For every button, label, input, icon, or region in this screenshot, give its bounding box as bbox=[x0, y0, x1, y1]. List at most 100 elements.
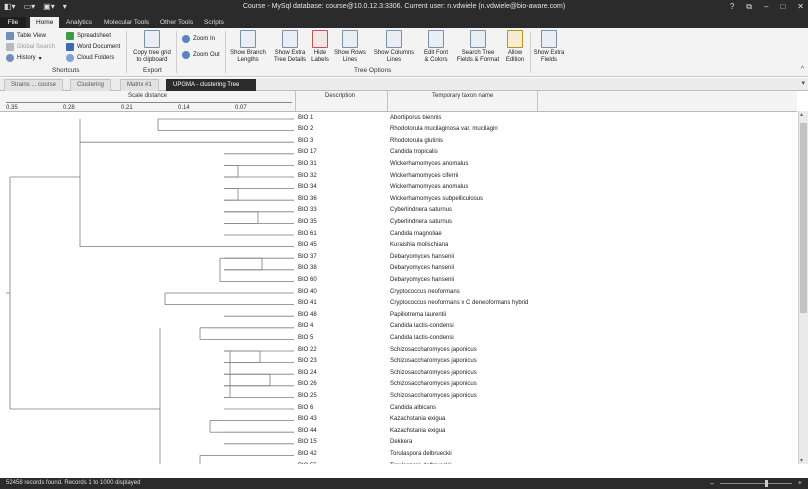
hide-labels-button[interactable]: Hide Labels bbox=[310, 30, 330, 64]
leaf-id[interactable]: BIO 26 bbox=[298, 379, 317, 391]
description-header[interactable]: Description bbox=[325, 93, 355, 99]
leaf-id[interactable]: BIO 42 bbox=[298, 449, 317, 461]
leaf-id[interactable]: BIO 33 bbox=[298, 205, 317, 217]
tab-clustering[interactable]: Clustering bbox=[70, 79, 112, 91]
leaf-taxon-name[interactable]: Cryptococcus neoformans x C deneoformans… bbox=[390, 298, 528, 310]
leaf-id[interactable]: BIO 37 bbox=[298, 252, 317, 264]
leaf-taxon-name[interactable]: Cryptococcus neoformans bbox=[390, 287, 460, 299]
leaf-id[interactable]: BIO 3 bbox=[298, 136, 313, 148]
tab-home[interactable]: Home bbox=[30, 17, 60, 28]
taxon-name-header[interactable]: Temporary taxon name bbox=[432, 93, 493, 99]
leaf-taxon-name[interactable]: Debaryomyces hansenii bbox=[390, 275, 454, 287]
table-view-button[interactable]: Table View bbox=[6, 32, 46, 40]
show-branch-lengths-button[interactable]: Show Branch Lengths bbox=[228, 30, 268, 64]
tab-upgma-clustering-tree[interactable]: UPGMA - clustering Tree ✕ bbox=[166, 79, 256, 99]
leaf-id[interactable]: BIO 25 bbox=[298, 391, 317, 403]
leaf-id[interactable]: BIO 6 bbox=[298, 403, 313, 415]
leaf-id[interactable]: BIO 48 bbox=[298, 310, 317, 322]
help-icon[interactable]: ? bbox=[730, 2, 734, 12]
leaf-taxon-name[interactable]: Schizosaccharomyces japonicus bbox=[390, 379, 477, 391]
leaf-taxon-name[interactable]: Wickerhamomyces subpelliculosus bbox=[390, 194, 483, 206]
column-divider[interactable] bbox=[537, 91, 538, 111]
leaf-taxon-name[interactable]: Debaryomyces hansenii bbox=[390, 263, 454, 275]
column-divider[interactable] bbox=[387, 91, 388, 111]
leaf-taxon-name[interactable]: Debaryomyces hansenii bbox=[390, 252, 454, 264]
leaf-id[interactable]: BIO 36 bbox=[298, 194, 317, 206]
global-search-button[interactable]: Global Search bbox=[6, 43, 55, 51]
show-columns-lines-button[interactable]: Show Columns Lines bbox=[372, 30, 416, 64]
leaf-id[interactable]: BIO 45 bbox=[298, 240, 317, 252]
leaf-id[interactable]: BIO 24 bbox=[298, 368, 317, 380]
vertical-scrollbar[interactable]: ▴ ▾ bbox=[798, 111, 808, 464]
leaf-taxon-name[interactable]: Wickerhamomyces anomalus bbox=[390, 182, 468, 194]
zoom-slider[interactable]: – + bbox=[710, 480, 802, 487]
zoom-in-button[interactable]: Zoom In bbox=[182, 35, 215, 43]
restore-ribbon-icon[interactable]: ⧉ bbox=[746, 2, 752, 12]
leaf-taxon-name[interactable]: Kazachstania exigua bbox=[390, 414, 445, 426]
leaf-taxon-name[interactable]: Cyberlindnera saturnus bbox=[390, 205, 452, 217]
tab-matrix-1[interactable]: Matrix #1 bbox=[120, 79, 159, 91]
zoom-out-small-icon[interactable]: – bbox=[710, 478, 714, 489]
minimize-button[interactable]: – bbox=[764, 2, 768, 12]
leaf-id[interactable]: BIO 17 bbox=[298, 147, 317, 159]
tab-molecular-tools[interactable]: Molecular Tools bbox=[98, 17, 155, 28]
leaf-taxon-name[interactable]: Cyberlindnera saturnus bbox=[390, 217, 452, 229]
leaf-taxon-name[interactable]: Candida albicans bbox=[390, 403, 436, 415]
leaf-taxon-name[interactable]: Rhodotorula glutinis bbox=[390, 136, 443, 148]
leaf-id[interactable]: BIO 32 bbox=[298, 171, 317, 183]
zoom-in-small-icon[interactable]: + bbox=[798, 478, 802, 489]
show-extra-fields-button[interactable]: Show Extra Fields bbox=[532, 30, 566, 64]
column-divider[interactable] bbox=[295, 91, 296, 111]
leaf-id[interactable]: BIO 4 bbox=[298, 321, 313, 333]
leaf-taxon-name[interactable]: Schizosaccharomyces japonicus bbox=[390, 345, 477, 357]
leaf-id[interactable]: BIO 61 bbox=[298, 229, 317, 241]
leaf-id[interactable]: BIO 1 bbox=[298, 113, 313, 125]
copy-tree-grid-button[interactable]: Copy tree grid to clipboard bbox=[130, 30, 174, 64]
scale-distance-header[interactable]: Scale distance bbox=[128, 93, 167, 99]
leaf-id[interactable]: BIO 44 bbox=[298, 426, 317, 438]
search-tree-fields-button[interactable]: Search Tree Fields & Format bbox=[454, 30, 502, 64]
leaf-id[interactable]: BIO 15 bbox=[298, 437, 317, 449]
zoom-out-button[interactable]: Zoom Out bbox=[182, 51, 220, 59]
tab-list-dropdown-icon[interactable]: ▾ bbox=[801, 79, 805, 87]
leaf-id[interactable]: BIO 23 bbox=[298, 356, 317, 368]
tab-scripts[interactable]: Scripts bbox=[198, 17, 230, 28]
leaf-taxon-name[interactable]: Schizosaccharomyces japonicus bbox=[390, 391, 477, 403]
leaf-taxon-name[interactable]: Wickerhamomyces ciferrii bbox=[390, 171, 458, 183]
leaf-id[interactable]: BIO 22 bbox=[298, 345, 317, 357]
collapse-ribbon-icon[interactable]: ^ bbox=[801, 66, 804, 73]
scroll-up-icon[interactable]: ▴ bbox=[800, 111, 803, 118]
tab-other-tools[interactable]: Other Tools bbox=[154, 17, 199, 28]
leaf-taxon-name[interactable]: Abortiporus biennis bbox=[390, 113, 441, 125]
leaf-taxon-name[interactable]: Kuraishia molischiana bbox=[390, 240, 448, 252]
leaf-taxon-name[interactable]: Candida lactis-condensi bbox=[390, 333, 454, 345]
leaf-taxon-name[interactable]: Papiliotrema laurentii bbox=[390, 310, 446, 322]
word-document-button[interactable]: Word Document bbox=[66, 43, 120, 51]
tab-strains-course[interactable]: Strains ... course bbox=[4, 79, 64, 91]
leaf-taxon-name[interactable]: Candida lactis-condensi bbox=[390, 321, 454, 333]
scrollbar-thumb[interactable] bbox=[800, 123, 807, 313]
leaf-id[interactable]: BIO 31 bbox=[298, 159, 317, 171]
leaf-id[interactable]: BIO 5 bbox=[298, 333, 313, 345]
leaf-taxon-name[interactable]: Torulaspora delbrueckii bbox=[390, 461, 452, 465]
leaf-id[interactable]: BIO 34 bbox=[298, 182, 317, 194]
leaf-taxon-name[interactable]: Torulaspora delbrueckii bbox=[390, 449, 452, 461]
edit-font-colors-button[interactable]: Edit Font & Colors bbox=[420, 30, 452, 64]
leaf-id[interactable]: BIO 41 bbox=[298, 298, 317, 310]
scroll-down-icon[interactable]: ▾ bbox=[800, 457, 803, 464]
leaf-taxon-name[interactable]: Schizosaccharomyces japonicus bbox=[390, 368, 477, 380]
show-extra-tree-details-button[interactable]: Show Extra Tree Details bbox=[270, 30, 310, 64]
leaf-taxon-name[interactable]: Schizosaccharomyces japonicus bbox=[390, 356, 477, 368]
allow-edition-button[interactable]: Allow Edition bbox=[504, 30, 526, 64]
leaf-taxon-name[interactable]: Wickerhamomyces anomalus bbox=[390, 159, 468, 171]
maximize-button[interactable]: □ bbox=[780, 2, 785, 12]
leaf-id[interactable]: BIO 43 bbox=[298, 414, 317, 426]
leaf-id[interactable]: BIO 55 bbox=[298, 461, 317, 465]
close-button[interactable]: ✕ bbox=[797, 2, 804, 12]
zoom-knob[interactable] bbox=[764, 480, 768, 487]
show-rows-lines-button[interactable]: Show Rows Lines bbox=[332, 30, 368, 64]
cloud-folders-button[interactable]: Cloud Folders bbox=[66, 54, 114, 62]
leaf-taxon-name[interactable]: Candida tropicalis bbox=[390, 147, 438, 159]
zoom-track[interactable] bbox=[720, 483, 792, 484]
history-button[interactable]: History ▾ bbox=[6, 54, 42, 62]
